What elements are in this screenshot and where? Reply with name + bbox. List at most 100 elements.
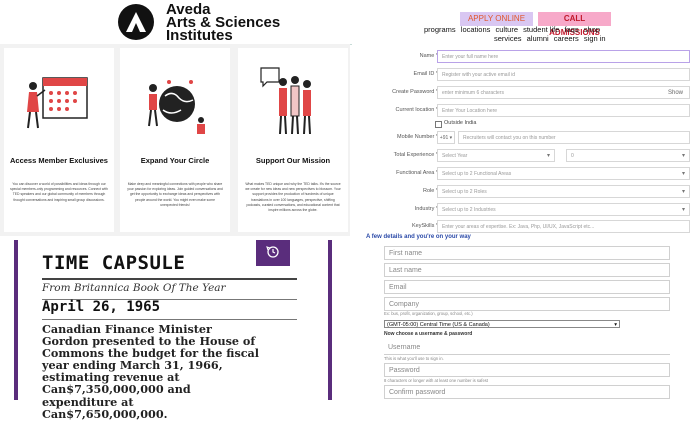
nav-culture[interactable]: culture	[495, 25, 518, 34]
nav-programs[interactable]: programs	[424, 25, 456, 34]
industry-row: Industry * Select up to 2 Industries▾	[352, 203, 700, 219]
timezone-select[interactable]: (GMT-05:00) Central Time (US & Canada) ▾	[384, 320, 620, 328]
apply-online-button[interactable]: APPLY ONLINE	[460, 12, 533, 26]
email-field[interactable]: Register with your active email id	[437, 68, 690, 81]
outside-india-checkbox[interactable]	[435, 121, 442, 128]
call-admissions-button[interactable]: CALL ADMISSIONS	[538, 12, 611, 37]
password-hint: 8 characters or longer with at least one…	[384, 378, 489, 383]
name-row: Name * Enter your full name here	[352, 50, 700, 66]
email-label: Email ID *	[413, 71, 438, 77]
role-row: Role * Select up to 2 Roles▾	[352, 185, 700, 201]
card-text: Make deep and meaningful connections wit…	[127, 182, 223, 207]
article-body: Canadian Finance Minister Gordon present…	[42, 323, 312, 420]
site-header: Aveda Arts & Sciences Institutes APPLY O…	[0, 0, 700, 45]
time-capsule-article: TIME CAPSULE From Britannica Book Of The…	[14, 240, 332, 420]
functional-label: Functional Area *	[396, 170, 438, 176]
nav-faqs[interactable]: faqs	[564, 25, 578, 34]
main-nav-row-2: services alumni careers sign in	[494, 34, 609, 43]
chevron-down-icon: ▾	[681, 153, 685, 159]
company-hint: Ex: bus, profit, organization, group, sc…	[384, 311, 473, 316]
article-subtitle: From Britannica Book Of The Year	[42, 282, 226, 294]
nav-student-life[interactable]: student life	[523, 25, 559, 34]
experience-label: Total Experience *	[393, 152, 438, 158]
history-badge	[256, 240, 290, 266]
main-nav-row-1: programs locations culture student life …	[424, 26, 603, 34]
password-input[interactable]: enter minimum 6 characters Show	[437, 86, 690, 99]
email-row: Email ID * Register with your active ema…	[352, 68, 700, 84]
article-border-right	[328, 240, 332, 400]
chevron-down-icon: ▾	[681, 171, 685, 177]
username-underline	[384, 354, 670, 355]
chevron-down-icon: ▾	[546, 153, 550, 159]
aveda-logo-icon[interactable]	[118, 4, 154, 40]
location-row: Current location * Enter Your Location h…	[352, 104, 700, 120]
keyskills-input[interactable]: Enter your areas of expertise. Ex: Java,…	[437, 220, 690, 233]
credentials-section-title: Now choose a username & password	[384, 331, 473, 337]
location-label: Current location *	[395, 107, 439, 113]
card-title: Support Our Mission	[255, 156, 331, 165]
outside-india-label: Outside India	[444, 120, 477, 126]
globe-people-icon	[148, 80, 205, 134]
functional-area-select[interactable]: Select up to 2 Functional Areas ▾	[437, 167, 690, 180]
location-input[interactable]: Enter Your Location here	[437, 104, 690, 117]
password-label: Create Password *	[392, 89, 438, 95]
first-name-input[interactable]: First name	[384, 246, 670, 260]
nav-careers[interactable]: careers	[554, 34, 579, 43]
chevron-down-icon: ▾	[681, 189, 685, 195]
registration-form: Name * Enter your full name here Email I…	[352, 44, 700, 234]
divider	[42, 319, 297, 320]
nav-shop[interactable]: shop	[584, 25, 600, 34]
history-clock-icon	[266, 246, 279, 258]
signup-form: A few details and you're on your way Fir…	[356, 234, 700, 400]
card-member-exclusives[interactable]: Access Member Exclusives You can discove…	[4, 48, 114, 232]
nav-alumni[interactable]: alumni	[527, 34, 549, 43]
mobile-label: Mobile Number *	[397, 134, 438, 140]
card-title: Access Member Exclusives	[10, 156, 108, 165]
nav-services[interactable]: services	[494, 34, 522, 43]
mobile-input[interactable]: Recruiters will contact you on this numb…	[458, 131, 690, 144]
name-label: Name *	[419, 53, 438, 59]
keyskills-label: KeySkills *	[412, 223, 438, 229]
chevron-down-icon: ▾	[449, 135, 453, 141]
industry-label: Industry *	[414, 206, 438, 212]
card-text: You can discover a world of possibilitie…	[10, 182, 108, 202]
article-line: expenditure at	[42, 394, 134, 409]
password-row: Create Password * enter minimum 6 charac…	[352, 86, 700, 102]
signup-email-input[interactable]: Email	[384, 280, 670, 294]
show-password-button[interactable]: Show	[668, 87, 683, 98]
brand-name[interactable]: Aveda Arts & Sciences Institutes	[166, 2, 280, 43]
chevron-down-icon: ▾	[614, 322, 617, 328]
experience-year-select[interactable]: Select Year ▾	[437, 149, 555, 162]
article-line: Can$7,350,000,000 and	[42, 382, 191, 397]
card-expand-circle[interactable]: Expand Your Circle Make deep and meaning…	[120, 48, 230, 232]
confirm-password-input[interactable]: Confirm password	[384, 385, 670, 399]
country-code-select[interactable]: +91 ▾	[437, 131, 455, 144]
group-speech-icon	[260, 67, 311, 135]
article-title: TIME CAPSULE	[42, 252, 186, 274]
article-date: April 26, 1965	[42, 299, 161, 315]
card-support-mission[interactable]: Support Our Mission What makes TED uniqu…	[238, 48, 348, 232]
last-name-input[interactable]: Last name	[384, 263, 670, 277]
nav-sign-in[interactable]: sign in	[584, 34, 606, 43]
article-border-left	[14, 240, 18, 400]
nav-locations[interactable]: locations	[461, 25, 491, 34]
experience-row: Total Experience * Select Year ▾ 0 ▾	[352, 149, 700, 165]
role-select[interactable]: Select up to 2 Roles ▾	[437, 185, 690, 198]
signup-heading: A few details and you're on your way	[366, 234, 471, 240]
divider	[42, 278, 297, 280]
article-line: Can$7,650,000,000.	[42, 406, 168, 421]
mobile-row: Mobile Number * +91 ▾ Recruiters will co…	[352, 131, 700, 147]
card-title: Expand Your Circle	[140, 156, 210, 165]
industry-select[interactable]: Select up to 2 Industries ▾	[437, 203, 690, 216]
username-hint: This is what you'll use to sign in.	[384, 356, 444, 361]
card-text: What makes TED unique and why the TED ta…	[245, 182, 341, 213]
feature-cards: Access Member Exclusives You can discove…	[0, 44, 350, 236]
calendar-icon	[27, 77, 88, 129]
company-input[interactable]: Company	[384, 297, 670, 311]
chevron-down-icon: ▾	[681, 207, 685, 213]
username-input[interactable]: Username	[388, 344, 420, 351]
signup-password-input[interactable]: Password	[384, 363, 670, 377]
role-label: Role *	[423, 188, 438, 194]
experience-month-select[interactable]: 0 ▾	[566, 149, 690, 162]
name-input[interactable]: Enter your full name here	[437, 50, 690, 63]
